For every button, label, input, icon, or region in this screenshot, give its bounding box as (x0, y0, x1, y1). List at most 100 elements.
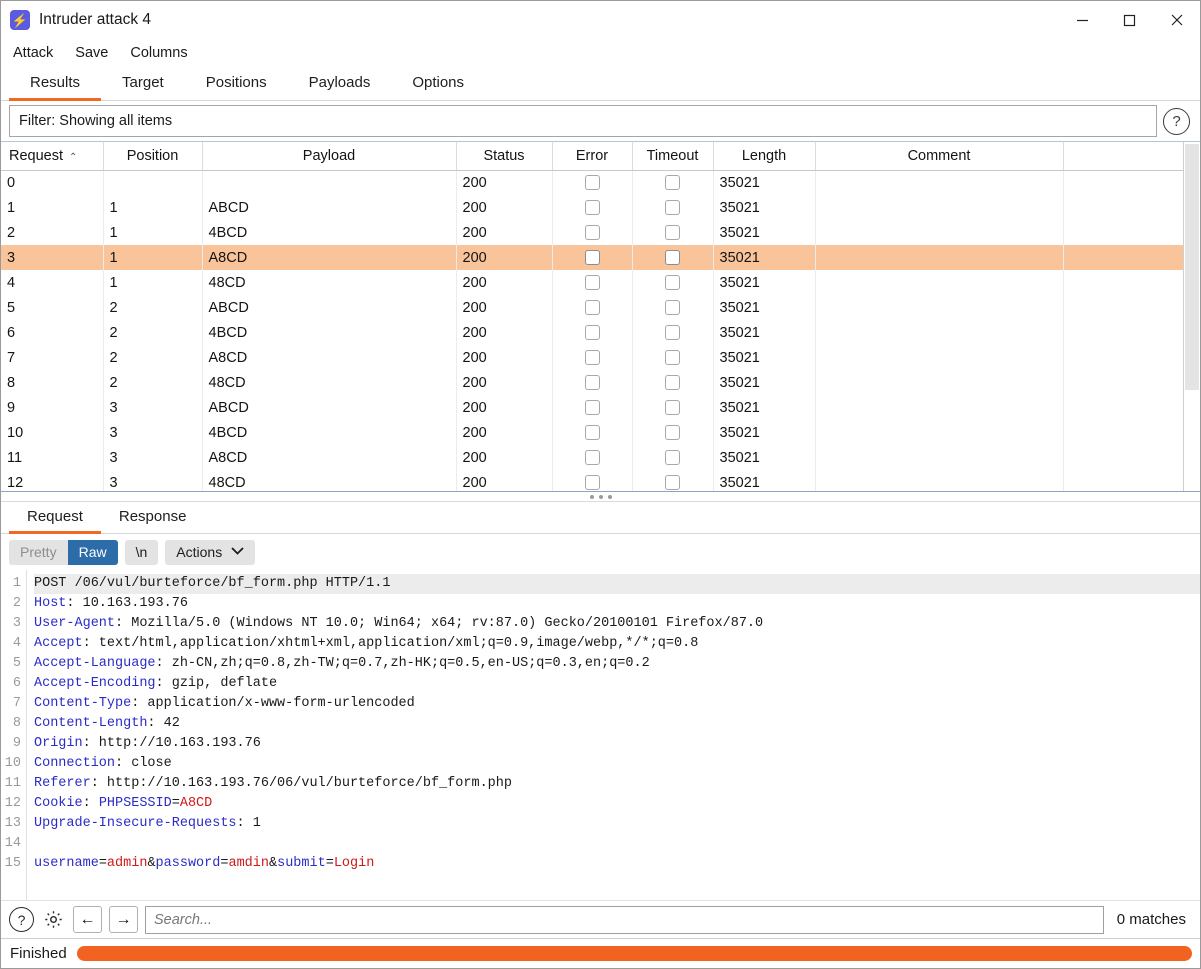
menu-item-attack[interactable]: Attack (13, 45, 53, 61)
timeout-checkbox[interactable] (665, 450, 680, 466)
code-line: User-Agent: Mozilla/5.0 (Windows NT 10.0… (34, 614, 1200, 634)
timeout-checkbox[interactable] (665, 250, 680, 266)
timeout-checkbox[interactable] (665, 425, 680, 441)
filter-bar[interactable]: Filter: Showing all items (9, 105, 1157, 137)
gear-icon[interactable] (41, 907, 66, 932)
table-row[interactable]: 2 1 4BCD 200 35021 (1, 220, 1183, 245)
request-editor[interactable]: 1 2 3 4 5 6 7 8 9 10 11 12 13 14 15 POST /06/vul/burte… (1, 570, 1200, 900)
column-header-length[interactable]: Length (713, 142, 816, 171)
cell-error (552, 395, 633, 420)
table-row[interactable]: 7 2 A8CD 200 35021 (1, 345, 1183, 370)
cell-error (552, 170, 633, 195)
error-checkbox[interactable] (584, 425, 600, 441)
cell-payload: 4BCD (202, 220, 457, 245)
column-header-status[interactable]: Status (456, 142, 553, 171)
search-help-icon[interactable]: ? (9, 907, 34, 932)
menu-item-columns[interactable]: Columns (130, 45, 187, 61)
code-segment: password (155, 856, 221, 871)
column-header-comment[interactable]: Comment (815, 142, 1064, 171)
cell-error (552, 245, 633, 270)
timeout-checkbox[interactable] (665, 375, 680, 391)
results-vertical-scrollbar[interactable] (1183, 142, 1200, 491)
code-line: username=admin&password=amdin&submit=Log… (34, 854, 1200, 874)
timeout-checkbox[interactable] (665, 175, 680, 191)
close-button[interactable] (1153, 1, 1200, 39)
code-segment: = (325, 856, 334, 871)
error-checkbox[interactable] (584, 350, 600, 366)
search-next-button[interactable]: → (109, 906, 138, 933)
search-input[interactable]: Search... (145, 905, 1104, 934)
column-header-position[interactable]: Position (103, 142, 203, 171)
table-row[interactable]: 3 1 A8CD 200 35021 (1, 245, 1183, 270)
table-row[interactable]: 4 1 48CD 200 35021 (1, 270, 1183, 295)
maximize-button[interactable] (1106, 1, 1153, 39)
minimize-button[interactable] (1059, 1, 1106, 39)
timeout-checkbox[interactable] (665, 325, 680, 341)
error-checkbox[interactable] (584, 250, 600, 266)
table-row[interactable]: 1 1 ABCD 200 35021 (1, 195, 1183, 220)
cell-timeout (632, 270, 714, 295)
error-checkbox[interactable] (584, 450, 600, 466)
search-previous-button[interactable]: ← (73, 906, 102, 933)
error-checkbox[interactable] (584, 275, 600, 291)
column-header-request[interactable]: Request ⌃ (1, 142, 104, 171)
request-code[interactable]: POST /06/vul/burteforce/bf_form.php HTTP… (27, 570, 1200, 900)
cell-position: 1 (103, 245, 203, 270)
timeout-checkbox[interactable] (665, 300, 680, 316)
pretty-view-button[interactable]: Pretty (9, 539, 68, 565)
actions-button[interactable]: Actions (165, 539, 256, 565)
error-checkbox[interactable] (584, 400, 600, 416)
table-row[interactable]: 12 3 48CD 200 35021 (1, 470, 1183, 491)
tab-positions[interactable]: Positions (185, 67, 288, 101)
tab-response[interactable]: Response (101, 502, 205, 534)
tab-request[interactable]: Request (9, 502, 101, 534)
code-segment: : close (115, 756, 172, 771)
raw-view-button[interactable]: Raw (67, 539, 118, 565)
column-header-timeout[interactable]: Timeout (632, 142, 714, 171)
timeout-checkbox[interactable] (665, 400, 680, 416)
timeout-checkbox[interactable] (665, 225, 680, 241)
timeout-checkbox[interactable] (665, 200, 680, 216)
table-row[interactable]: 10 3 4BCD 200 35021 (1, 420, 1183, 445)
menu-item-save[interactable]: Save (75, 45, 108, 61)
error-checkbox[interactable] (584, 175, 600, 191)
cell-status: 200 (456, 470, 553, 491)
code-segment: Origin (34, 736, 83, 751)
code-line: Connection: close (34, 754, 1200, 774)
error-checkbox[interactable] (584, 325, 600, 341)
error-checkbox[interactable] (584, 225, 600, 241)
cell-payload: 4BCD (202, 320, 457, 345)
error-checkbox[interactable] (584, 475, 600, 491)
pane-splitter[interactable] (1, 492, 1200, 502)
table-row[interactable]: 5 2 ABCD 200 35021 (1, 295, 1183, 320)
timeout-checkbox[interactable] (665, 275, 680, 291)
cell-status: 200 (456, 195, 553, 220)
cell-timeout (632, 320, 714, 345)
column-header-payload[interactable]: Payload (202, 142, 457, 171)
newline-toggle-button[interactable]: \n (124, 539, 159, 565)
code-segment: Referer (34, 776, 91, 791)
tab-results[interactable]: Results (9, 67, 102, 101)
filter-help-icon[interactable]: ? (1163, 107, 1190, 135)
timeout-checkbox[interactable] (665, 350, 680, 366)
tab-target[interactable]: Target (101, 67, 185, 101)
code-segment: Accept (34, 636, 83, 651)
column-header-error[interactable]: Error (552, 142, 633, 171)
error-checkbox[interactable] (584, 300, 600, 316)
tab-options[interactable]: Options (391, 67, 485, 101)
timeout-checkbox[interactable] (665, 475, 680, 491)
table-row[interactable]: 0 200 35021 (1, 170, 1183, 195)
cell-error (552, 295, 633, 320)
results-scrollbar-thumb[interactable] (1185, 144, 1199, 390)
cell-timeout (632, 195, 714, 220)
error-checkbox[interactable] (584, 375, 600, 391)
cell-payload: ABCD (202, 295, 457, 320)
table-row[interactable]: 11 3 A8CD 200 35021 (1, 445, 1183, 470)
error-checkbox[interactable] (584, 200, 600, 216)
cell-payload: 48CD (202, 270, 457, 295)
tab-payloads[interactable]: Payloads (288, 67, 392, 101)
table-row[interactable]: 9 3 ABCD 200 35021 (1, 395, 1183, 420)
table-row[interactable]: 6 2 4BCD 200 35021 (1, 320, 1183, 345)
cell-position: 1 (103, 195, 203, 220)
table-row[interactable]: 8 2 48CD 200 35021 (1, 370, 1183, 395)
